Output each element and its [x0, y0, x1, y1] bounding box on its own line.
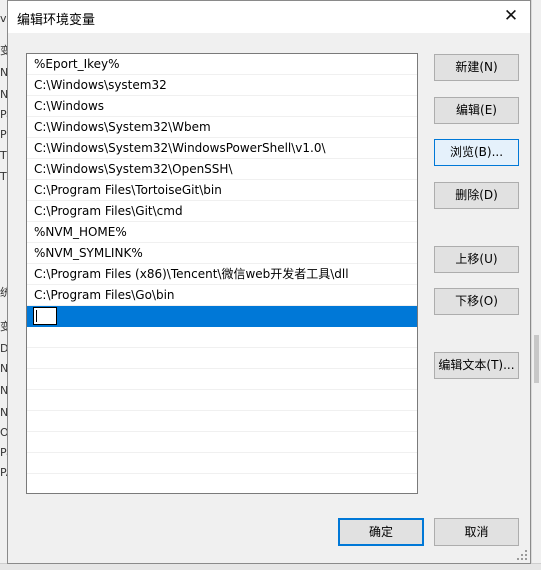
- path-text: C:\Program Files\Go\bin: [34, 288, 175, 302]
- path-edit-input[interactable]: [33, 307, 57, 325]
- title-bar: 编辑环境变量 ✕: [8, 1, 530, 33]
- delete-button[interactable]: 删除(D): [434, 182, 519, 209]
- path-text: C:\Windows\System32\WindowsPowerShell\v1…: [34, 141, 326, 155]
- background-scrollbar: [534, 335, 539, 383]
- path-list-item[interactable]: %NVM_SYMLINK%: [27, 243, 417, 264]
- background-text-fragment: PA: [0, 466, 7, 479]
- background-text-fragment: NV: [0, 88, 7, 102]
- path-list-item[interactable]: C:\Program Files\TortoiseGit\bin: [27, 180, 417, 201]
- path-text: %NVM_SYMLINK%: [34, 246, 143, 260]
- background-text-fragment: PF: [0, 128, 7, 141]
- background-text-fragment: Pa: [0, 108, 7, 121]
- path-list-item[interactable]: %Eport_Ikey%: [27, 54, 417, 75]
- path-list-item[interactable]: [27, 348, 417, 369]
- close-icon[interactable]: ✕: [492, 1, 530, 33]
- background-text-fragment: Pa: [0, 446, 7, 459]
- path-list-item[interactable]: C:\Program Files\Git\cmd: [27, 201, 417, 222]
- background-window-bottom: [0, 563, 541, 570]
- ok-button[interactable]: 确定: [338, 518, 424, 546]
- path-text: %NVM_HOME%: [34, 225, 127, 239]
- path-list[interactable]: %Eport_Ikey% C:\Windows\system32 C:\Window…: [26, 53, 418, 494]
- background-window-right: [531, 0, 541, 570]
- edit-env-var-dialog: 编辑环境变量 ✕ %Eport_Ikey% C:\Windows\system32…: [7, 0, 531, 564]
- path-list-item[interactable]: C:\Program Files\Go\bin: [27, 285, 417, 306]
- background-text-fragment: vi: [0, 12, 7, 25]
- path-text: C:\Program Files\Git\cmd: [34, 204, 183, 218]
- browse-button[interactable]: 浏览(B)...: [434, 139, 519, 166]
- path-list-item[interactable]: C:\Windows: [27, 96, 417, 117]
- move-down-button[interactable]: 下移(O): [434, 288, 519, 315]
- path-list-item[interactable]: [27, 474, 417, 493]
- path-list-item[interactable]: [27, 432, 417, 453]
- path-text: C:\Windows\System32\OpenSSH\: [34, 162, 233, 176]
- background-text-fragment: NV: [0, 406, 7, 420]
- path-list-item[interactable]: [27, 411, 417, 432]
- path-list-item[interactable]: [27, 306, 417, 327]
- edit-text-button[interactable]: 编辑文本(T)...: [434, 352, 519, 379]
- dialog-title: 编辑环境变量: [17, 13, 96, 28]
- resize-grip-icon[interactable]: [517, 550, 527, 560]
- background-text-fragment: TM: [0, 170, 7, 183]
- move-up-button[interactable]: 上移(U): [434, 246, 519, 273]
- path-list-item[interactable]: [27, 369, 417, 390]
- path-list-item[interactable]: [27, 390, 417, 411]
- background-text-fragment: NV: [0, 362, 7, 376]
- path-text: C:\Windows\System32\Wbem: [34, 120, 211, 134]
- background-text-fragment: 变: [0, 44, 7, 58]
- background-text-fragment: 统: [0, 286, 7, 300]
- background-text-fragment: NV: [0, 66, 7, 80]
- cancel-button[interactable]: 取消: [434, 518, 519, 546]
- background-text-fragment: 变: [0, 320, 7, 334]
- background-text-fragment: OS: [0, 426, 7, 440]
- edit-button[interactable]: 编辑(E): [434, 97, 519, 124]
- path-text: C:\Windows\system32: [34, 78, 167, 92]
- path-text: C:\Program Files (x86)\Tencent\微信web开发者工…: [34, 267, 349, 281]
- path-list-item[interactable]: C:\Windows\System32\OpenSSH\: [27, 159, 417, 180]
- path-list-item[interactable]: C:\Program Files (x86)\Tencent\微信web开发者工…: [27, 264, 417, 285]
- path-text: C:\Windows: [34, 99, 105, 113]
- path-list-item[interactable]: C:\Windows\system32: [27, 75, 417, 96]
- path-list-item[interactable]: C:\Windows\System32\WindowsPowerShell\v1…: [27, 138, 417, 159]
- background-text-fragment: TE: [0, 149, 7, 162]
- path-list-item[interactable]: [27, 327, 417, 348]
- path-list-item[interactable]: %NVM_HOME%: [27, 222, 417, 243]
- path-text: C:\Program Files\TortoiseGit\bin: [34, 183, 222, 197]
- path-list-item[interactable]: [27, 453, 417, 474]
- path-text: %Eport_Ikey%: [34, 57, 120, 71]
- background-text-fragment: Dr: [0, 342, 7, 356]
- background-text-fragment: NV: [0, 384, 7, 398]
- new-button[interactable]: 新建(N): [434, 54, 519, 81]
- path-list-item[interactable]: C:\Windows\System32\Wbem: [27, 117, 417, 138]
